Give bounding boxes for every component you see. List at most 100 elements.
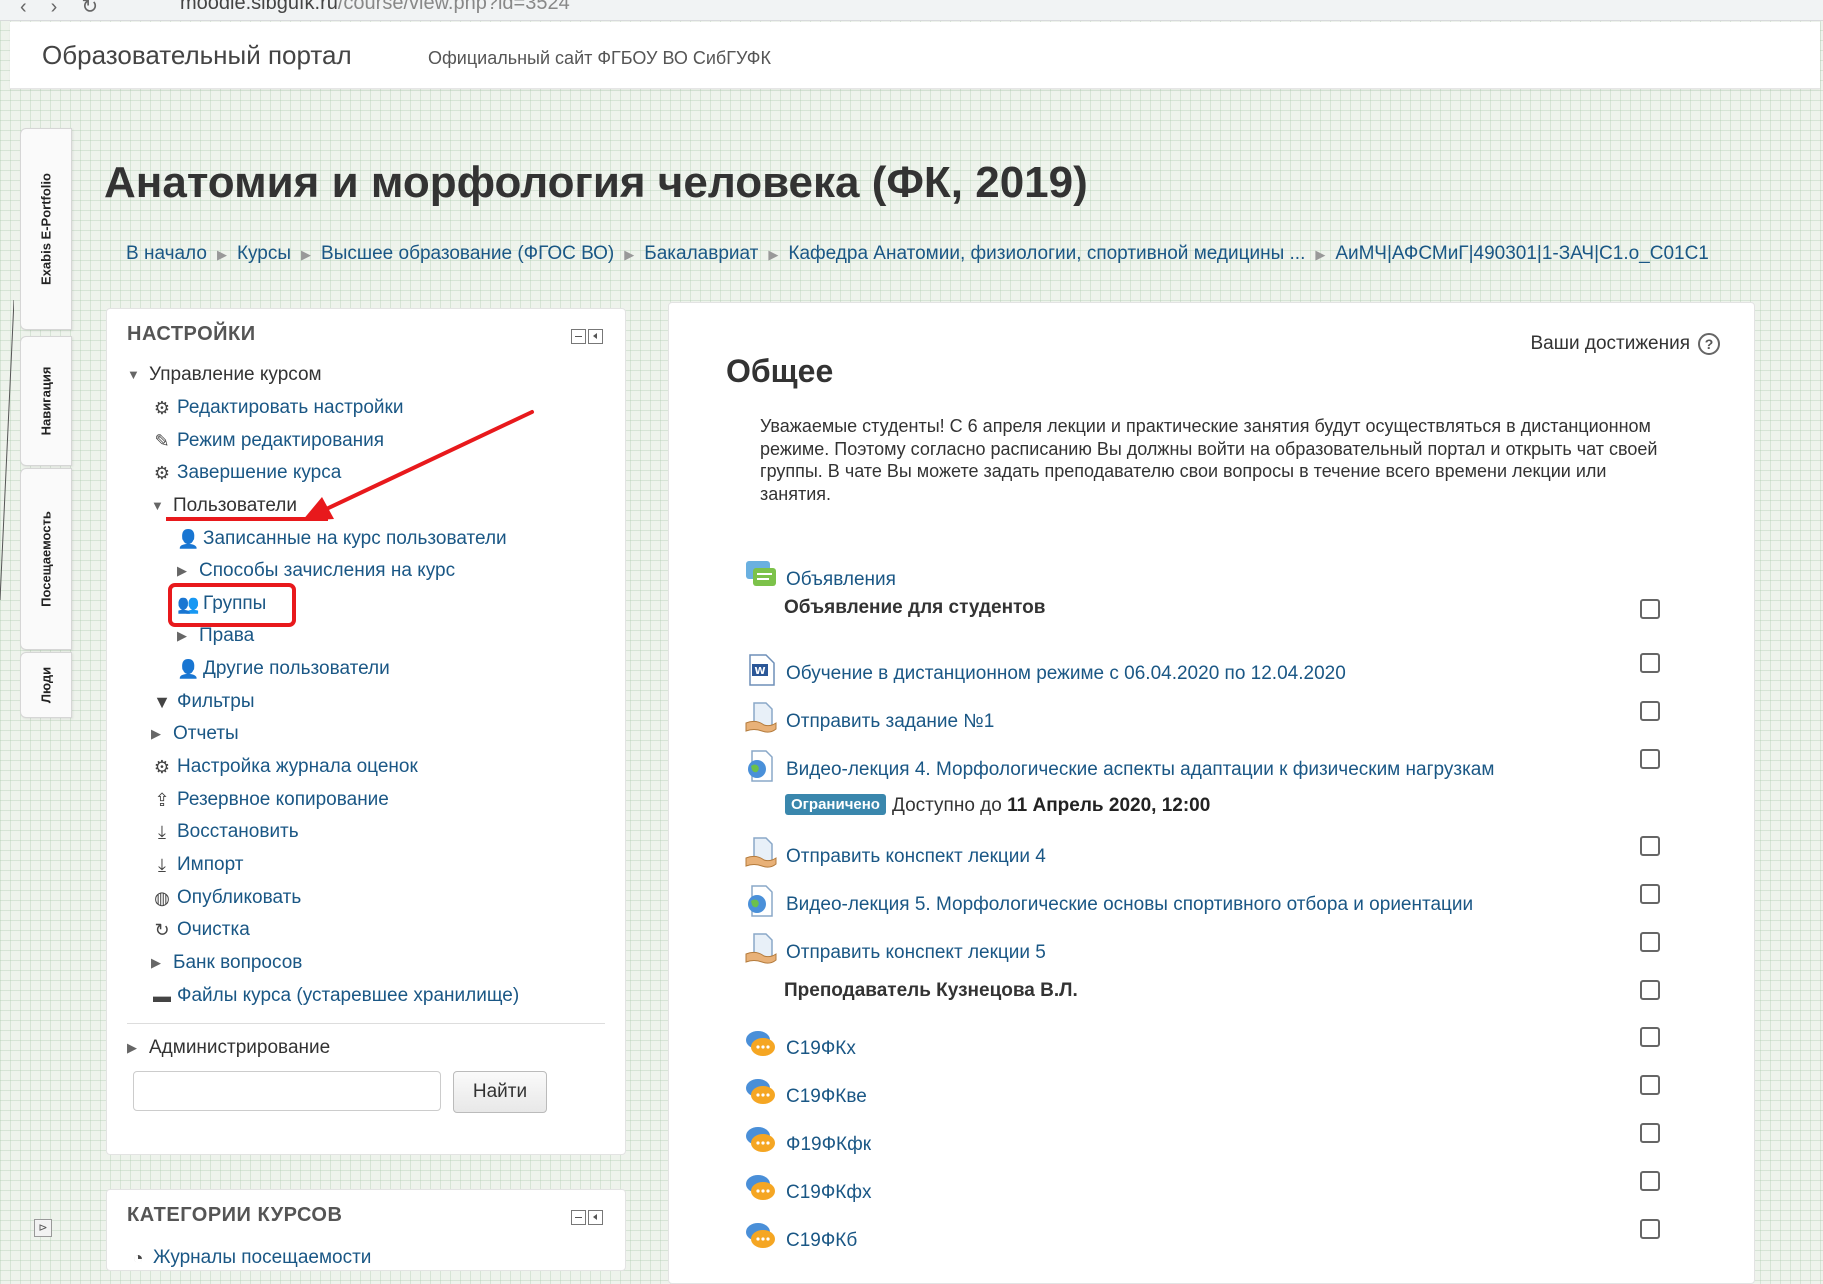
user-icon: 👤 <box>177 659 200 679</box>
upload-icon: ⇪ <box>154 790 170 810</box>
tree-import[interactable]: ⤓ Импорт <box>151 853 243 877</box>
download-icon: ⤓ <box>158 855 166 875</box>
course-content: Ваши достижения? Общее Уважаемые студент… <box>668 302 1755 1284</box>
completion-checkbox[interactable] <box>1640 1171 1660 1191</box>
dock-tab-people[interactable]: Люди <box>20 652 72 718</box>
activity-label: С19ФКве <box>786 1086 867 1107</box>
dock-tab-eportfolio[interactable]: Exabis E-Portfolio <box>20 128 72 330</box>
tree-other-users[interactable]: 👤 Другие пользователи <box>177 657 390 681</box>
completion-checkbox[interactable] <box>1640 1219 1660 1239</box>
tree-label: Пользователи <box>173 495 298 516</box>
restriction-text: Доступно до <box>891 795 1002 816</box>
activity-label: С19ФКфх <box>786 1182 872 1203</box>
activity-label: Ф19ФКфк <box>786 1134 872 1155</box>
tree-label: Фильтры <box>177 691 255 712</box>
page-title: Анатомия и морфология человека (ФК, 2019… <box>104 158 1088 207</box>
completion-checkbox[interactable] <box>1640 1075 1660 1095</box>
pencil-icon: ✎ <box>154 431 170 451</box>
tree-question-bank[interactable]: ▶ Банк вопросов <box>151 951 302 975</box>
tree-label: Администрирование <box>149 1037 331 1058</box>
breadcrumb-bachelor[interactable]: Бакалавриат <box>644 243 758 264</box>
browser-address-bar: ‹›↻ moodle.sibgufk.ru/course/view.php?id… <box>0 0 1823 21</box>
tree-site-admin[interactable]: ▶ Администрирование <box>127 1036 330 1060</box>
breadcrumb-department[interactable]: Кафедра Анатомии, физиологии, спортивной… <box>788 243 1305 264</box>
dock-expand-icon[interactable]: ⊳ <box>34 1219 52 1237</box>
tree-reset[interactable]: ↻ Очистка <box>151 918 249 942</box>
dock-block-icon[interactable] <box>588 329 603 344</box>
dock-tab-attendance[interactable]: Посещаемость <box>20 468 72 650</box>
gear-icon: ⚙ <box>153 398 171 418</box>
breadcrumb-courses[interactable]: Курсы <box>237 243 291 264</box>
tree-course-admin[interactable]: ▼ Управление курсом <box>127 363 322 387</box>
collapsed-arrow-icon: ▶ <box>151 955 161 970</box>
tree-label: Файлы курса (устаревшее хранилище) <box>177 985 520 1006</box>
category-item[interactable]: ◔ Журналы посещаемости <box>127 1246 372 1270</box>
gear-icon: ⚙ <box>153 463 171 483</box>
assignment-icon <box>745 933 777 964</box>
help-icon[interactable]: ? <box>1698 333 1720 355</box>
browser-nav-icons[interactable]: ‹›↻ <box>20 0 122 19</box>
tree-permissions[interactable]: ▶ Права <box>177 624 254 648</box>
activity-label: Отправить задание №1 <box>786 711 995 732</box>
breadcrumb-higher-education[interactable]: Высшее образование (ФГОС ВО) <box>321 243 614 264</box>
filter-icon: ▼ <box>153 692 171 712</box>
restriction-date: 11 Апрель 2020, 12:00 <box>1007 795 1211 816</box>
url-field[interactable]: moodle.sibgufk.ru/course/view.php?id=352… <box>180 0 570 15</box>
collapsed-arrow-icon: ▶ <box>177 563 187 578</box>
breadcrumb-course[interactable]: АиМЧ|АФСМиГ|490301|1-ЗАЧ|С1.о_С01С1 <box>1335 243 1709 264</box>
tree-backup[interactable]: ⇪ Резервное копирование <box>151 788 388 812</box>
site-brand[interactable]: Образовательный портал <box>42 40 352 71</box>
activity-label: Обучение в дистанционном режиме с 06.04.… <box>786 663 1346 684</box>
breadcrumb-home[interactable]: В начало <box>126 243 207 264</box>
availability-restriction: Ограничено Доступно до 11 Апрель 2020, 12… <box>785 794 1210 817</box>
completion-checkbox[interactable] <box>1640 1123 1660 1143</box>
folder-icon: ▬ <box>153 986 171 1006</box>
tree-reports[interactable]: ▶ Отчеты <box>151 722 239 746</box>
tree-filters[interactable]: ▼ Фильтры <box>151 690 254 714</box>
block-controls <box>569 329 603 344</box>
chat-icon <box>746 1175 775 1200</box>
activity-label: Видео-лекция 4. Морфологические аспекты … <box>786 759 1495 780</box>
completion-checkbox[interactable] <box>1640 599 1660 619</box>
hide-block-icon[interactable] <box>571 1210 586 1225</box>
tree-legacy-files[interactable]: ▬ Файлы курса (устаревшее хранилище) <box>151 984 519 1008</box>
tree-restore[interactable]: ⤓ Восстановить <box>151 820 299 844</box>
svg-text:W: W <box>754 666 765 677</box>
tree-publish[interactable]: ◍ Опубликовать <box>151 886 301 910</box>
tree-users[interactable]: ▼ Пользователи <box>151 494 297 518</box>
settings-block-title: НАСТРОЙКИ <box>127 323 256 345</box>
dock-block-icon[interactable] <box>588 1210 603 1225</box>
search-button[interactable]: Найти <box>453 1071 547 1113</box>
activity-label: С19ФКб <box>786 1230 858 1251</box>
assignment-icon <box>745 702 777 733</box>
expanded-arrow-icon: ▼ <box>151 498 164 513</box>
completion-checkbox[interactable] <box>1640 836 1660 856</box>
dock-tab-label: Навигация <box>38 366 54 436</box>
activity-label: Отправить конспект лекции 4 <box>786 846 1046 867</box>
admin-search-input[interactable] <box>133 1071 441 1111</box>
category-icon: ◔ <box>132 1248 144 1268</box>
dock-tab-navigation[interactable]: Навигация <box>20 336 72 466</box>
completion-checkbox[interactable] <box>1640 749 1660 769</box>
annotation-highlight-box <box>168 583 296 627</box>
dock-tab-label: Exabis E-Portfolio <box>38 173 54 285</box>
completion-checkbox[interactable] <box>1640 653 1660 673</box>
restricted-badge: Ограничено <box>785 794 886 815</box>
completion-checkbox[interactable] <box>1640 932 1660 952</box>
chat-icon <box>746 1127 775 1152</box>
completion-checkbox[interactable] <box>1640 980 1660 1000</box>
decorative-line <box>0 300 14 600</box>
breadcrumb-separator-icon: ▶ <box>301 247 312 262</box>
tree-gradebook-setup[interactable]: ⚙ Настройка журнала оценок <box>151 755 418 779</box>
download-icon: ⤓ <box>158 822 166 842</box>
globe-icon: ◍ <box>154 888 170 908</box>
forum-icon <box>746 561 776 586</box>
completion-checkbox[interactable] <box>1640 701 1660 721</box>
completion-checkbox[interactable] <box>1640 1027 1660 1047</box>
completion-checkbox[interactable] <box>1640 884 1660 904</box>
tree-label: Импорт <box>177 854 244 875</box>
activity-label: Видео-лекция 5. Морфологические основы с… <box>786 894 1474 915</box>
tree-enrol-methods[interactable]: ▶ Способы зачисления на курс <box>177 559 455 583</box>
achievements-link[interactable]: Ваши достижения? <box>1530 333 1720 355</box>
hide-block-icon[interactable] <box>571 329 586 344</box>
